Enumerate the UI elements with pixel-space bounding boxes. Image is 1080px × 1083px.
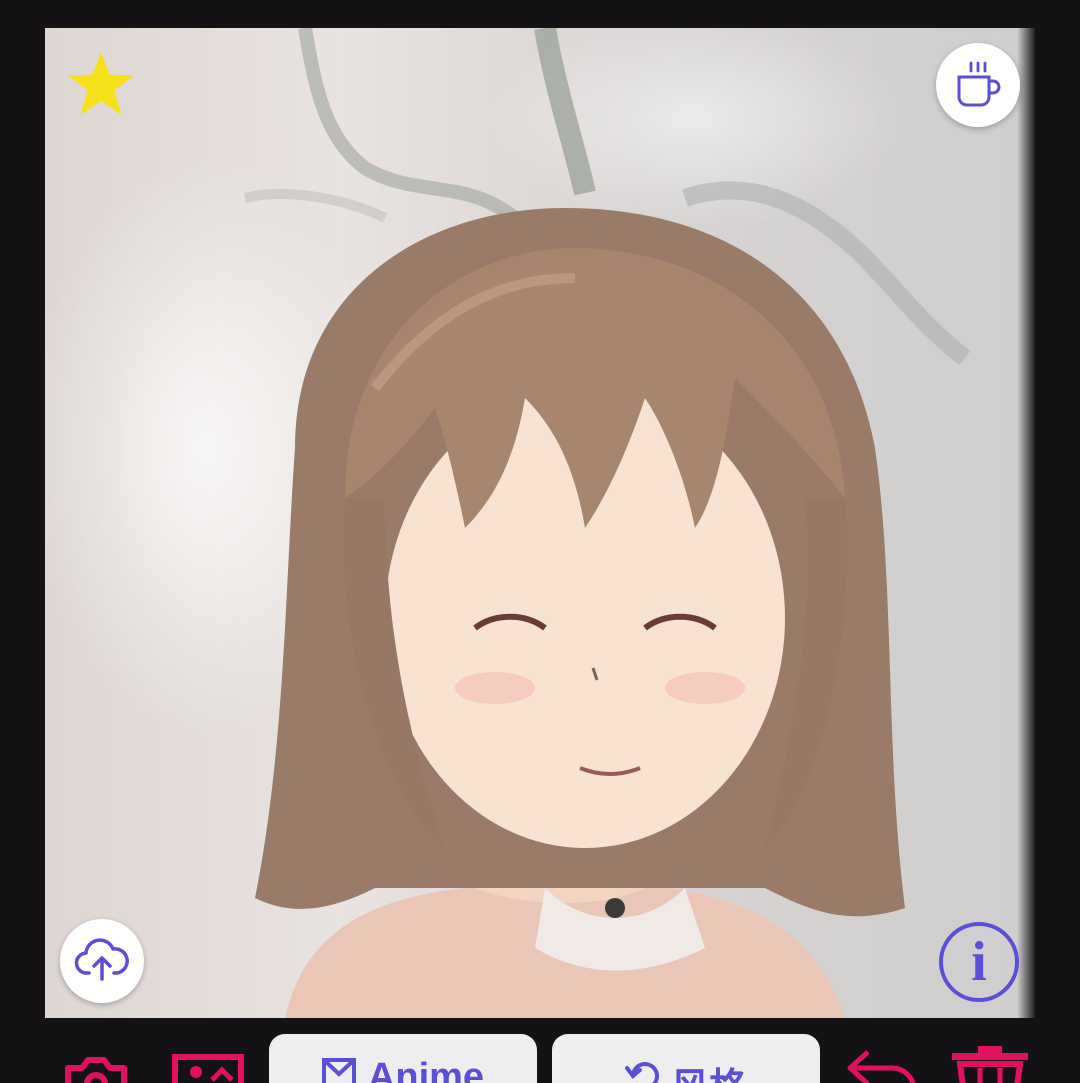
star-icon[interactable] bbox=[66, 50, 136, 118]
camera-icon[interactable] bbox=[64, 1054, 128, 1083]
info-icon: i bbox=[971, 931, 987, 993]
refresh-icon bbox=[624, 1062, 659, 1083]
image-icon[interactable] bbox=[172, 1054, 244, 1083]
coffee-icon bbox=[957, 61, 1001, 107]
style-button[interactable]: 风格 bbox=[552, 1034, 820, 1083]
cloud-upload-icon bbox=[74, 938, 129, 981]
trash-icon[interactable] bbox=[950, 1044, 1030, 1083]
coffee-button[interactable] bbox=[936, 43, 1020, 127]
anime-button-label: Anime bbox=[367, 1056, 485, 1083]
info-button[interactable]: i bbox=[939, 922, 1019, 1002]
anime-portrait bbox=[243, 28, 971, 1018]
mail-icon bbox=[321, 1058, 356, 1083]
style-button-label: 风格 bbox=[671, 1056, 747, 1083]
result-image bbox=[45, 28, 1035, 1018]
upload-button[interactable] bbox=[60, 919, 144, 1003]
anime-button[interactable]: Anime bbox=[269, 1034, 537, 1083]
image-edge-shadow bbox=[1017, 28, 1035, 1018]
undo-icon[interactable] bbox=[846, 1048, 918, 1083]
bottom-toolbar: Anime 风格 bbox=[0, 1018, 1080, 1083]
